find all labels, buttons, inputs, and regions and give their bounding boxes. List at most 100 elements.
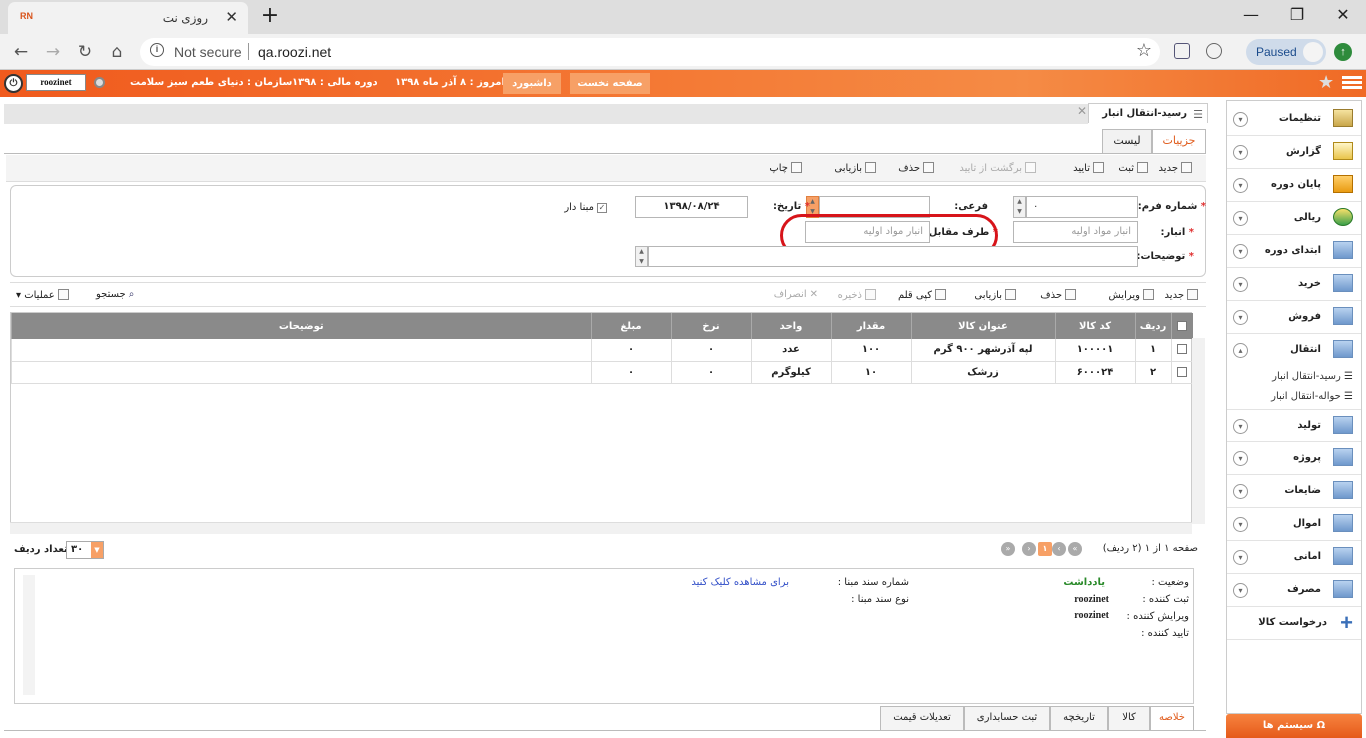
home-button[interactable]: صفحه نخست [570, 73, 650, 94]
copy-item-button[interactable]: کپی قلم [898, 289, 946, 301]
dashboard-button[interactable]: داشبورد [503, 73, 561, 94]
click-view-link[interactable]: برای مشاهده کلیک کنید [691, 577, 789, 588]
bookmark-star-icon[interactable]: ☆ [1136, 40, 1152, 61]
url-text[interactable]: qa.roozi.net [258, 44, 331, 60]
item-refresh-button[interactable]: بازیابی [974, 289, 1016, 301]
sidebar-subitem-remittance[interactable]: ☰ حواله-انتقال انبار [1271, 391, 1353, 402]
select-all-checkbox[interactable] [1177, 320, 1188, 331]
table-row[interactable]: ۲ ۶۰۰۰۲۴ زرشک ۱۰ کیلوگرم ۰ ۰ [11, 361, 1193, 384]
item-new-button[interactable]: جدید [1165, 289, 1198, 301]
search-button[interactable]: ⌕جستجو [96, 289, 134, 300]
minimize-icon[interactable]: — [1236, 5, 1266, 27]
browser-tab[interactable]: RN روزی نت ✕ [8, 2, 248, 34]
sidebar-item-transfer[interactable]: ▴ انتقال [1227, 334, 1361, 367]
tab-summary[interactable]: خلاصه [1150, 706, 1194, 730]
profile-paused-button[interactable]: Paused [1246, 39, 1326, 65]
date-field[interactable]: ۱۳۹۸/۰۸/۲۴ [635, 196, 748, 218]
page-size-select[interactable]: ۳۰ ▼ [66, 541, 104, 559]
update-icon[interactable]: ↑ [1334, 43, 1352, 61]
form-no-stepper[interactable]: ▲ ▼ [1013, 196, 1026, 218]
address-bar[interactable]: i Not secure qa.roozi.net ☆ [140, 38, 1160, 66]
sidebar-item-report[interactable]: ▾ گزارش [1227, 136, 1361, 169]
tab-list[interactable]: لیست [1102, 129, 1152, 153]
row-checkbox[interactable] [1177, 344, 1188, 355]
cast-icon[interactable] [1206, 43, 1222, 59]
grid-horizontal-scrollbar[interactable] [10, 522, 1192, 534]
sidebar-item-waste[interactable]: ▾ ضایعات [1227, 475, 1361, 508]
print-button[interactable]: چاپ [769, 162, 802, 174]
sidebar-item-assets[interactable]: ▾ اموال [1227, 508, 1361, 541]
extension-icon[interactable] [1174, 43, 1190, 59]
sidebar-item-sales[interactable]: ▾ فروش [1227, 301, 1361, 334]
operations-dropdown[interactable]: عملیات ▾ [16, 289, 69, 301]
item-cancel-button[interactable]: ✕انصراف [774, 289, 818, 300]
table-row[interactable]: ۱ ۱۰۰۰۰۱ لپه آذرشهر ۹۰۰ گرم ۱۰۰ عدد ۰ ۰ [11, 339, 1193, 362]
col-header[interactable]: ردیف [1134, 313, 1171, 339]
delete-button[interactable]: حذف [898, 162, 934, 174]
restore-icon[interactable]: ❐ [1282, 5, 1312, 27]
new-tab-button[interactable]: + [257, 5, 283, 29]
sidebar-item-period-start[interactable]: ▾ ابتدای دوره [1227, 235, 1361, 268]
sidebar-item-rial[interactable]: ▾ ریالی [1227, 202, 1361, 235]
save-button[interactable]: ثبت [1118, 162, 1148, 174]
close-tab-icon[interactable]: ✕ [225, 8, 238, 26]
grid-vertical-scrollbar[interactable] [1192, 338, 1205, 524]
col-header[interactable]: مقدار [830, 313, 911, 339]
back-icon[interactable]: ← [10, 42, 32, 64]
tab-goods[interactable]: کالا [1108, 706, 1150, 730]
col-header[interactable]: توضیحات [11, 313, 591, 339]
desc-field[interactable] [648, 246, 1138, 267]
row-checkbox[interactable] [1177, 366, 1188, 377]
logout-power-icon[interactable]: ⏻ [4, 74, 23, 93]
close-page-tab-icon[interactable]: ✕ [1077, 104, 1087, 118]
select-all-header[interactable] [1170, 313, 1193, 339]
col-header[interactable]: عنوان کالا [910, 313, 1055, 339]
current-page[interactable]: ۱ [1038, 542, 1052, 556]
sidebar-item-project[interactable]: ▾ پروژه [1227, 442, 1361, 475]
col-header[interactable]: واحد [750, 313, 831, 339]
tab-accounting[interactable]: ثبت حسابداری [964, 706, 1050, 730]
forward-icon[interactable]: → [42, 42, 64, 64]
reload-icon[interactable]: ↻ [74, 42, 96, 64]
unapprove-button[interactable]: برگشت از تایید [959, 162, 1036, 174]
home-icon[interactable]: ⌂ [106, 42, 128, 64]
tab-price-adjust[interactable]: تعدیلات قیمت [880, 706, 964, 730]
col-header[interactable]: کد کالا [1054, 313, 1135, 339]
sidebar-item-production[interactable]: ▾ تولید [1227, 409, 1361, 442]
item-edit-button[interactable]: ویرایش [1109, 289, 1154, 301]
info-icon[interactable]: i [150, 43, 164, 57]
close-window-icon[interactable]: ✕ [1328, 5, 1358, 27]
summary-scrollbar[interactable] [23, 575, 35, 695]
approve-button[interactable]: تایید [1073, 162, 1104, 174]
warehouse-field[interactable]: انبار مواد اولیه [1013, 221, 1138, 243]
hamburger-menu-icon[interactable] [1342, 74, 1362, 92]
cell: ۰ [590, 361, 671, 384]
sidebar-item-period-end[interactable]: ▾ پایان دوره [1227, 169, 1361, 202]
favorites-star-icon[interactable]: ★ [1318, 72, 1334, 93]
form-no-field[interactable]: ۰ [1026, 196, 1138, 218]
next-page-icon[interactable]: › [1022, 542, 1036, 556]
new-button[interactable]: جدید [1159, 162, 1192, 174]
item-delete-button[interactable]: حذف [1040, 289, 1076, 301]
username-box[interactable]: roozinet [26, 74, 86, 91]
col-header[interactable]: مبلغ [590, 313, 671, 339]
sidebar-subitem-receipt[interactable]: ☰ رسید-انتقال انبار [1272, 371, 1353, 382]
item-save-button[interactable]: ذخیره [838, 289, 876, 301]
based-checkbox[interactable]: ✓ [597, 203, 607, 213]
tab-details[interactable]: جزییات [1152, 129, 1206, 153]
page-tab[interactable]: ✕ رسید-انتقال انبار ☰ [1077, 103, 1208, 123]
sidebar-item-consumption[interactable]: ▾ مصرف [1227, 574, 1361, 607]
desc-scroll[interactable]: ▲ ▼ [635, 246, 648, 267]
col-header[interactable]: نرخ [670, 313, 751, 339]
refresh-button[interactable]: بازیابی [834, 162, 876, 174]
sidebar-item-purchase[interactable]: ▾ خرید [1227, 268, 1361, 301]
systems-button[interactable]: سیستم ها Ω [1226, 714, 1362, 738]
first-page-icon[interactable]: « [1068, 542, 1082, 556]
sidebar-item-settings[interactable]: ▾ تنظیمات [1227, 103, 1361, 136]
sidebar-item-consignment[interactable]: ▾ امانی [1227, 541, 1361, 574]
sidebar-item-goods-request[interactable]: درخواست کالا + [1227, 607, 1361, 640]
tab-history[interactable]: تاریخچه [1050, 706, 1108, 730]
prev-page-icon[interactable]: ‹ [1052, 542, 1066, 556]
last-page-icon[interactable]: » [1001, 542, 1015, 556]
gear-icon[interactable] [94, 77, 105, 88]
